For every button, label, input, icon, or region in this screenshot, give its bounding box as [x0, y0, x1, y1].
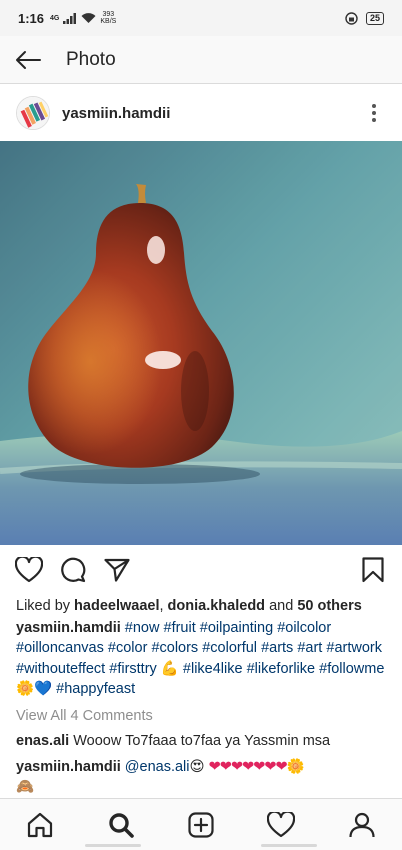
- hashtag[interactable]: #like4like: [183, 661, 243, 677]
- network-label: 4G: [50, 14, 60, 22]
- more-dot-icon: [372, 111, 376, 115]
- battery-icon: 25: [365, 11, 384, 25]
- pear-painting: [0, 141, 402, 545]
- likes-separator: ,: [159, 598, 164, 614]
- post-actions: [0, 548, 402, 592]
- battery-level: 25: [369, 12, 380, 23]
- caption-username[interactable]: yasmiin.hamdii: [16, 620, 121, 636]
- lock-rotation-icon: [345, 11, 358, 25]
- hashtag[interactable]: #firsttry: [109, 661, 157, 677]
- gesture-indicator: [85, 844, 141, 847]
- post-username[interactable]: yasmiin.hamdii: [62, 105, 170, 122]
- send-icon: [104, 558, 130, 582]
- hashtag[interactable]: #colorful: [202, 640, 257, 656]
- profile-icon: [349, 812, 375, 837]
- avatar[interactable]: [16, 96, 50, 130]
- nav-new-post[interactable]: [176, 803, 226, 847]
- save-button[interactable]: [358, 555, 388, 585]
- caption: yasmiin.hamdii #now #fruit #oilpainting …: [16, 618, 392, 700]
- back-button[interactable]: [0, 36, 56, 84]
- signal-icon: [63, 12, 77, 24]
- hashtag[interactable]: #oilcolor: [277, 620, 331, 636]
- like-button[interactable]: [14, 555, 44, 585]
- hashtag[interactable]: #happyfeast: [56, 681, 135, 697]
- hashtag[interactable]: #colors: [151, 640, 198, 656]
- hashtag[interactable]: #oilloncanvas: [16, 640, 104, 656]
- status-right: 25: [345, 11, 384, 25]
- nav-profile[interactable]: [337, 803, 387, 847]
- hashtag[interactable]: #now: [125, 620, 160, 636]
- post-image[interactable]: [0, 141, 402, 545]
- speed-unit: KB/S: [100, 18, 117, 25]
- add-post-icon: [188, 811, 214, 838]
- post-header: yasmiin.hamdii: [0, 85, 402, 141]
- hashtag[interactable]: #likeforlike: [247, 661, 316, 677]
- nav-search[interactable]: [96, 803, 146, 847]
- hashtag[interactable]: #followme: [319, 661, 384, 677]
- heart-icon: [15, 557, 43, 583]
- likes-and: and: [269, 598, 294, 614]
- more-dot-icon: [372, 118, 376, 122]
- hashtag[interactable]: #oilpainting: [200, 620, 273, 636]
- comment: enas.ali Wooow To7faaa to7faa ya Yassmin…: [16, 731, 392, 752]
- more-dot-icon: [372, 104, 376, 108]
- hashtag[interactable]: #art: [297, 640, 322, 656]
- comment: yasmiin.hamdii @enas.ali😍 ❤❤❤❤❤❤❤🌼 🙈: [16, 757, 392, 798]
- likes-line: Liked by hadeelwaael, donia.khaledd and …: [16, 596, 392, 617]
- comment-text: Wooow To7faaa to7faa ya Yassmin msa: [73, 733, 331, 749]
- comment-username[interactable]: enas.ali: [16, 733, 69, 749]
- hashtag[interactable]: #color: [108, 640, 148, 656]
- comment-icon: [61, 557, 86, 583]
- hashtag[interactable]: #withouteffect: [16, 661, 105, 677]
- liker-link[interactable]: donia.khaledd: [168, 598, 266, 614]
- back-arrow-icon: [16, 50, 41, 69]
- home-icon: [28, 812, 53, 837]
- status-icons: 4G 393 KB/S: [50, 11, 116, 25]
- nav-home[interactable]: [15, 803, 65, 847]
- comment-username[interactable]: yasmiin.hamdii: [16, 759, 121, 775]
- flower-heart-emoji: 🌼💙: [16, 681, 53, 697]
- post-body: Liked by hadeelwaael, donia.khaledd and …: [16, 596, 392, 798]
- flexed-biceps-emoji: 💪: [160, 660, 179, 677]
- heart-eyes-emoji: 😍: [189, 758, 205, 775]
- see-no-evil-monkey-emoji: 🙈: [16, 779, 35, 795]
- hearts-emoji: ❤❤❤❤❤❤❤: [208, 758, 288, 775]
- page-title: Photo: [66, 48, 116, 70]
- hashtag[interactable]: #artwork: [326, 640, 382, 656]
- status-time: 1:16: [18, 10, 45, 26]
- status-bar: 1:16 4G 393 KB/S 25: [0, 0, 402, 36]
- nav-activity[interactable]: [256, 803, 306, 847]
- bottom-navigation: [0, 798, 402, 850]
- likes-prefix: Liked by: [16, 598, 71, 614]
- likes-others-link[interactable]: 50 others: [297, 598, 361, 614]
- app-header: Photo: [0, 36, 402, 84]
- gesture-bar: [0, 844, 402, 848]
- search-icon: [108, 812, 134, 838]
- liker-link[interactable]: hadeelwaael: [74, 598, 159, 614]
- heart-icon: [267, 811, 296, 837]
- avatar-image: [17, 97, 49, 129]
- flower-emoji: 🌼: [286, 758, 305, 775]
- network-speed: 393 KB/S: [100, 11, 116, 25]
- wifi-icon: [81, 12, 96, 23]
- more-options-button[interactable]: [362, 93, 386, 133]
- gesture-indicator: [261, 844, 317, 847]
- view-all-comments-link[interactable]: View All 4 Comments: [16, 706, 392, 727]
- comment-button[interactable]: [58, 555, 88, 585]
- share-button[interactable]: [102, 555, 132, 585]
- hashtag[interactable]: #fruit: [164, 620, 196, 636]
- mention-link[interactable]: @enas.ali: [125, 759, 190, 775]
- speed-value: 393: [102, 11, 115, 18]
- hashtag[interactable]: #arts: [261, 640, 293, 656]
- bookmark-icon: [362, 557, 384, 583]
